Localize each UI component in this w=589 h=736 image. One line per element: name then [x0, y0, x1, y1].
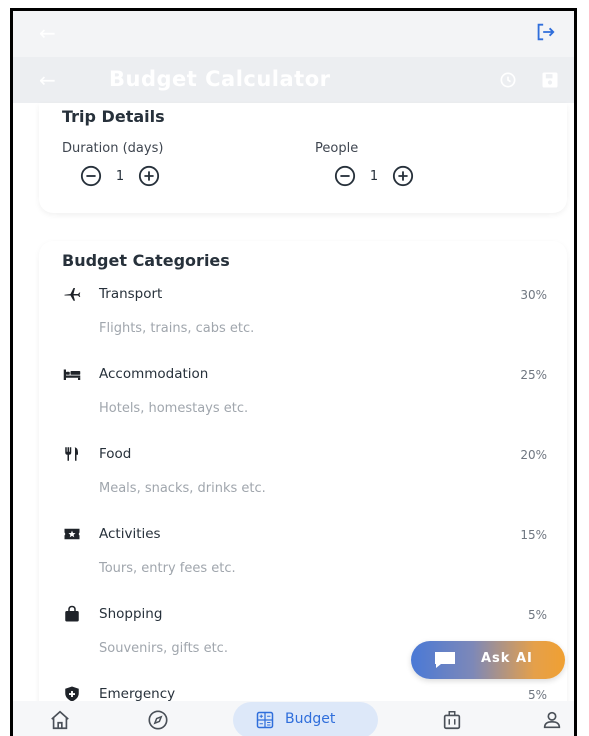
- nav-budget-label: Budget: [285, 711, 336, 727]
- category-name: Shopping: [99, 606, 163, 622]
- minus-circle-icon[interactable]: [80, 165, 102, 187]
- duration-value: 1: [115, 168, 125, 184]
- category-description: Flights, trains, cabs etc.: [99, 321, 255, 336]
- ticket-icon: [64, 528, 80, 540]
- calculator-icon: [256, 711, 274, 729]
- app-screen: ← ← Budget Calculator Trip Details Durat…: [10, 8, 577, 736]
- bottom-navigation: Budget: [13, 701, 574, 736]
- category-name: Accommodation: [99, 366, 209, 382]
- category-description: Souvenirs, gifts etc.: [99, 641, 228, 656]
- airplane-icon: [64, 288, 81, 301]
- category-name: Activities: [99, 526, 161, 542]
- people-value: 1: [369, 168, 379, 184]
- duration-label: Duration (days): [62, 141, 164, 156]
- category-percent: 5%: [527, 688, 547, 702]
- plus-circle-icon[interactable]: [138, 165, 160, 187]
- history-icon[interactable]: [498, 70, 518, 90]
- nav-budget-tab[interactable]: Budget: [233, 702, 378, 736]
- page-title: Budget Calculator: [109, 67, 331, 91]
- category-percent: 25%: [520, 368, 547, 382]
- category-description: Tours, entry fees etc.: [99, 561, 236, 576]
- category-activities: Activities 15% Tours, entry fees etc.: [39, 525, 567, 595]
- duration-stepper: 1: [80, 165, 160, 187]
- category-name: Food: [99, 446, 132, 462]
- trip-details-heading: Trip Details: [62, 107, 165, 126]
- ask-ai-button[interactable]: Ask AI: [411, 641, 565, 679]
- category-description: Hotels, homestays etc.: [99, 401, 249, 416]
- chat-bubble-icon: [435, 652, 455, 668]
- category-food: Food 20% Meals, snacks, drinks etc.: [39, 445, 567, 515]
- category-percent: 15%: [520, 528, 547, 542]
- back-arrow-icon[interactable]: ←: [39, 21, 56, 45]
- utensils-icon: [65, 447, 78, 461]
- category-percent: 5%: [527, 608, 547, 622]
- ask-ai-label: Ask AI: [481, 651, 533, 666]
- budget-categories-heading: Budget Categories: [62, 251, 230, 270]
- category-percent: 20%: [520, 448, 547, 462]
- bed-icon: [63, 369, 81, 380]
- user-icon[interactable]: [541, 709, 563, 731]
- trip-details-card: Trip Details Duration (days) People 1 1: [39, 103, 567, 213]
- save-icon[interactable]: [540, 70, 560, 90]
- compass-icon[interactable]: [147, 709, 169, 731]
- people-label: People: [315, 141, 359, 156]
- title-bar: ← Budget Calculator: [13, 57, 574, 103]
- category-transport: Transport 30% Flights, trains, cabs etc.: [39, 285, 567, 355]
- top-bar: ←: [13, 11, 574, 57]
- category-accommodation: Accommodation 25% Hotels, homestays etc.: [39, 365, 567, 435]
- back-arrow-icon[interactable]: ←: [39, 68, 56, 92]
- category-name: Transport: [99, 286, 163, 302]
- minus-circle-icon[interactable]: [334, 165, 356, 187]
- luggage-icon[interactable]: [441, 709, 463, 731]
- plus-circle-icon[interactable]: [392, 165, 414, 187]
- shopping-bag-icon: [65, 605, 79, 622]
- people-stepper: 1: [334, 165, 414, 187]
- category-percent: 30%: [520, 288, 547, 302]
- category-name: Emergency: [99, 686, 176, 702]
- logout-icon[interactable]: [534, 21, 556, 43]
- home-icon[interactable]: [49, 709, 71, 731]
- category-description: Meals, snacks, drinks etc.: [99, 481, 266, 496]
